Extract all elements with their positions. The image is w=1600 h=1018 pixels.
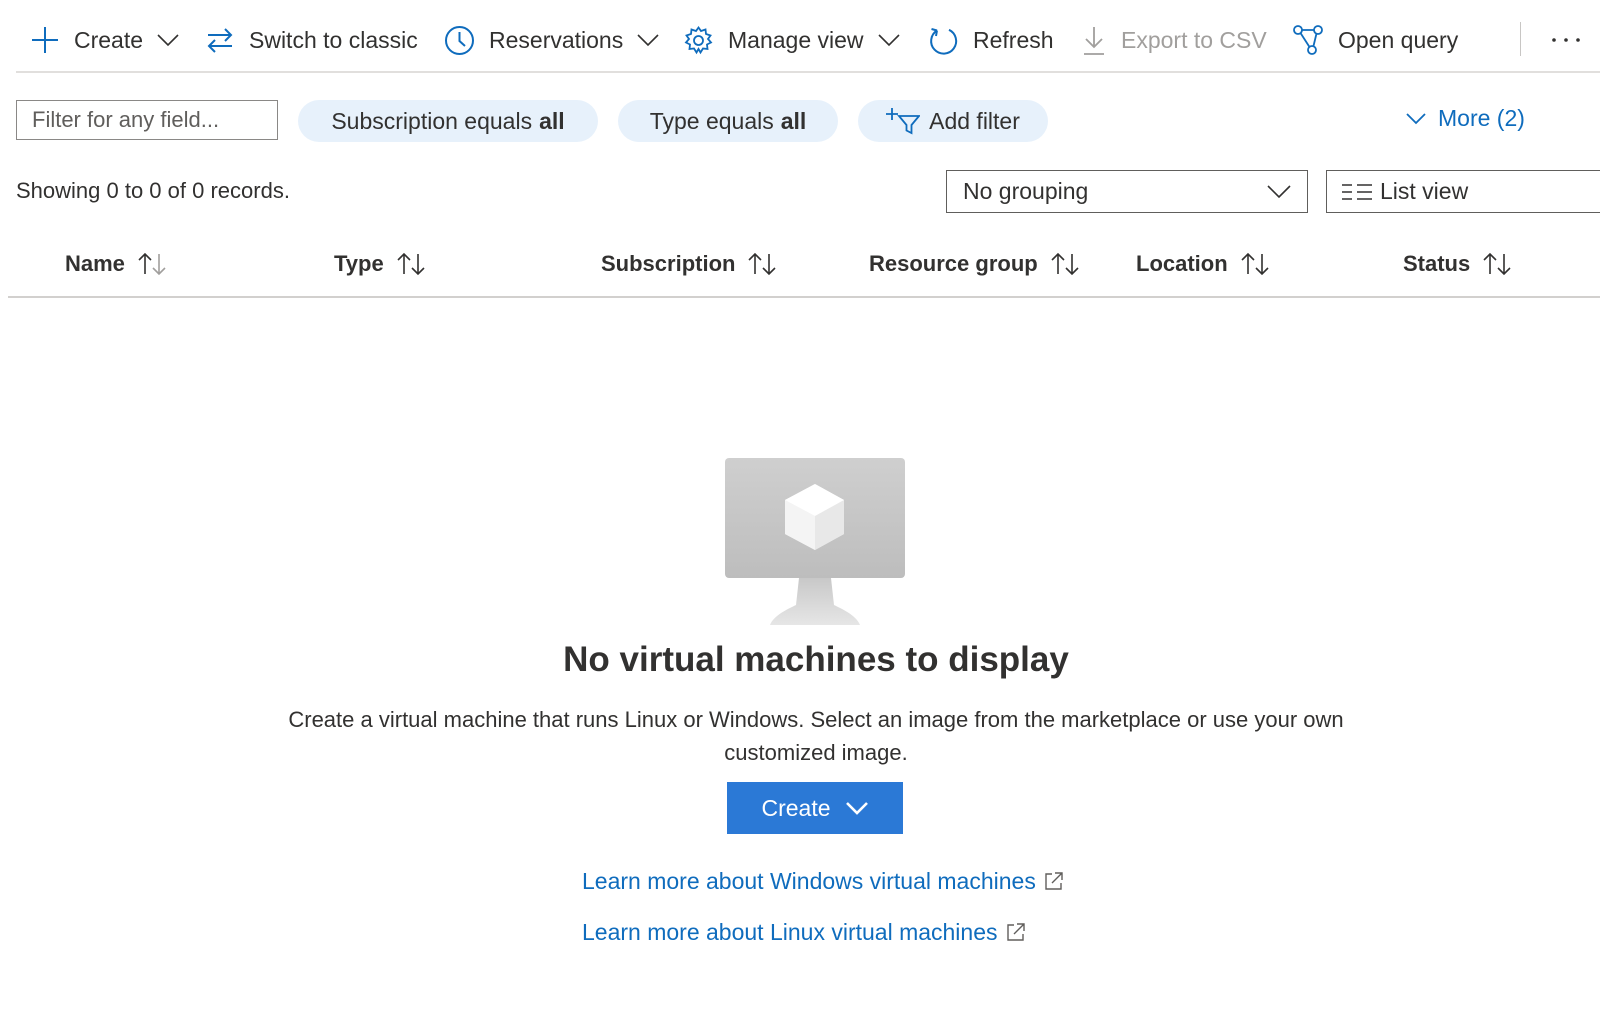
chevron-down-icon xyxy=(157,33,179,47)
export-label: Export to CSV xyxy=(1121,26,1267,53)
sort-arrows-icon xyxy=(1482,252,1512,276)
manage-view-label: Manage view xyxy=(728,26,864,53)
column-header-status[interactable]: Status xyxy=(1403,247,1512,281)
gear-icon xyxy=(683,25,714,56)
learn-linux-label: Learn more about Linux virtual machines xyxy=(582,918,998,945)
type-filter-label: Type equals xyxy=(649,107,774,134)
reservations-label: Reservations xyxy=(489,26,624,53)
external-link-icon xyxy=(1006,922,1026,942)
more-actions-button[interactable] xyxy=(1548,18,1584,62)
plus-icon xyxy=(30,25,60,55)
empty-state-create-button[interactable]: Create xyxy=(727,782,903,834)
type-filter-value: all xyxy=(780,107,807,134)
add-filter-icon xyxy=(886,107,921,135)
refresh-icon xyxy=(928,25,959,56)
column-header-name[interactable]: Name xyxy=(65,247,167,281)
subscription-filter-value: all xyxy=(539,107,565,134)
external-link-icon xyxy=(1044,871,1064,891)
chevron-down-icon xyxy=(637,33,659,47)
more-filters-link[interactable]: More (2) xyxy=(1406,98,1525,138)
column-header-label: Status xyxy=(1403,251,1471,276)
chevron-down-icon xyxy=(1267,184,1291,199)
sort-arrows-icon xyxy=(137,252,167,276)
open-query-button[interactable]: Open query xyxy=(1292,18,1458,62)
column-header-location[interactable]: Location xyxy=(1136,247,1270,281)
ellipsis-icon xyxy=(1551,36,1581,44)
command-bar: Create Switch to classic Reservations Ma… xyxy=(0,0,1600,72)
download-icon xyxy=(1081,25,1107,56)
chevron-down-icon xyxy=(1406,112,1426,125)
sort-arrows-icon xyxy=(396,252,426,276)
create-label: Create xyxy=(74,26,144,53)
empty-state-title: No virtual machines to display xyxy=(563,640,1069,679)
manage-view-menu-button[interactable]: Manage view xyxy=(683,18,900,62)
view-value: List view xyxy=(1380,178,1469,204)
toolbar-separator xyxy=(1520,22,1521,56)
switch-to-classic-button[interactable]: Switch to classic xyxy=(205,18,418,62)
subscription-filter-pill[interactable]: Subscription equals all xyxy=(298,100,598,142)
learn-windows-label: Learn more about Windows virtual machine… xyxy=(582,867,1036,894)
grouping-value: No grouping xyxy=(963,178,1089,204)
switch-arrows-icon xyxy=(205,25,235,55)
more-filters-label: More (2) xyxy=(1438,104,1525,131)
add-filter-button[interactable]: Add filter xyxy=(858,100,1048,142)
learn-windows-vm-link[interactable]: Learn more about Windows virtual machine… xyxy=(582,866,1064,896)
list-view-icon xyxy=(1342,182,1372,202)
reservations-menu-button[interactable]: Reservations xyxy=(444,18,659,62)
column-header-type[interactable]: Type xyxy=(334,247,426,281)
switch-label: Switch to classic xyxy=(249,26,418,53)
query-graph-icon xyxy=(1292,24,1324,56)
column-header-label: Name xyxy=(65,251,125,276)
create-menu-button[interactable]: Create xyxy=(30,18,179,62)
clock-icon xyxy=(444,25,475,56)
refresh-button[interactable]: Refresh xyxy=(928,18,1054,62)
open-query-label: Open query xyxy=(1338,26,1459,53)
filter-input[interactable] xyxy=(16,100,278,140)
column-header-label: Type xyxy=(334,251,384,276)
refresh-label: Refresh xyxy=(973,26,1054,53)
view-dropdown[interactable]: List view xyxy=(1326,170,1600,213)
grouping-dropdown[interactable]: No grouping xyxy=(946,170,1308,213)
column-header-resource-group[interactable]: Resource group xyxy=(869,247,1080,281)
column-header-label: Location xyxy=(1136,251,1228,276)
type-filter-pill[interactable]: Type equals all xyxy=(618,100,838,142)
sort-arrows-icon xyxy=(747,252,777,276)
sort-arrows-icon xyxy=(1240,252,1270,276)
column-header-subscription[interactable]: Subscription xyxy=(601,247,777,281)
chevron-down-icon xyxy=(877,33,900,47)
add-filter-label: Add filter xyxy=(929,107,1020,134)
export-csv-button[interactable]: Export to CSV xyxy=(1081,18,1267,62)
subscription-filter-label: Subscription equals xyxy=(331,107,533,134)
create-button-label: Create xyxy=(761,794,831,821)
empty-state-description: Create a virtual machine that runs Linux… xyxy=(288,707,1344,765)
column-header-label: Subscription xyxy=(601,251,736,276)
chevron-down-icon xyxy=(845,801,869,816)
learn-linux-vm-link[interactable]: Learn more about Linux virtual machines xyxy=(582,917,1026,947)
column-header-label: Resource group xyxy=(869,251,1038,276)
virtual-machine-monitor-icon xyxy=(724,457,906,627)
sort-arrows-icon xyxy=(1050,252,1080,276)
records-count: Showing 0 to 0 of 0 records. xyxy=(16,178,290,203)
table-header-divider xyxy=(8,296,1600,298)
toolbar-divider xyxy=(16,71,1600,73)
